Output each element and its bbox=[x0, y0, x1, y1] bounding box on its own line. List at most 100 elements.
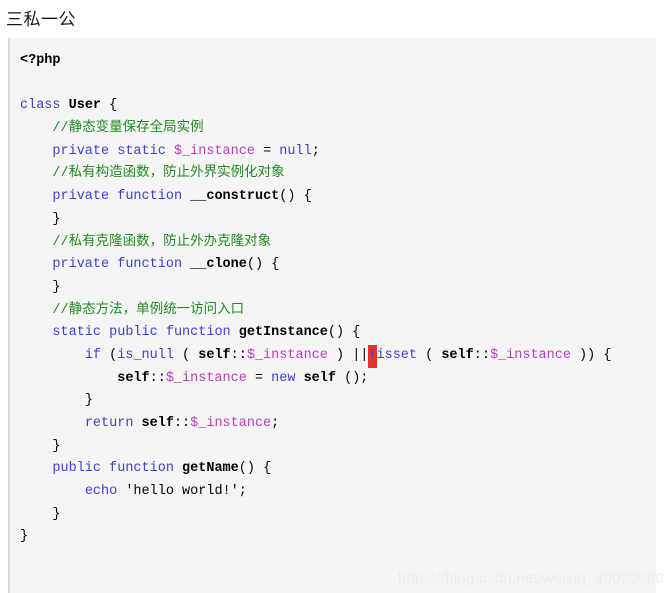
code-token-punct: () bbox=[279, 189, 296, 205]
code-token-cursorchar: ! bbox=[368, 344, 377, 368]
code-token-punct: } bbox=[52, 506, 61, 522]
code-token-punct: { bbox=[109, 98, 118, 114]
code-token-kw: static bbox=[117, 143, 166, 159]
code-token-plain: = bbox=[246, 370, 272, 386]
code-line: //静态方法，单例统一访问入口 bbox=[20, 300, 656, 323]
code-token-ident: self bbox=[198, 347, 231, 363]
code-token-punct: } bbox=[20, 529, 29, 545]
code-token-ident: self bbox=[117, 370, 150, 386]
code-token-punct: } bbox=[52, 279, 61, 295]
code-block: <?php class User { //静态变量保存全局实例 private s… bbox=[8, 38, 656, 593]
code-token-var: $_instance bbox=[489, 347, 571, 363]
code-token-str: 'hello world!' bbox=[125, 484, 239, 500]
code-token-kw: if bbox=[84, 347, 102, 363]
code-line: } bbox=[20, 436, 656, 459]
code-line: echo 'hello world!'; bbox=[20, 481, 656, 504]
code-token-punct: { bbox=[271, 257, 280, 273]
code-token-punct: || bbox=[352, 347, 369, 363]
code-token-punct: ; bbox=[238, 484, 247, 500]
code-line: //私有构造函数，防止外界实例化对象 bbox=[20, 163, 656, 186]
code-token-ident: __clone bbox=[190, 257, 247, 273]
code-token-kw: return bbox=[84, 416, 134, 431]
code-line: class User { bbox=[20, 95, 656, 118]
code-token-ident: __construct bbox=[190, 189, 280, 205]
code-token-kw: function bbox=[109, 461, 174, 477]
code-token-ident: self bbox=[441, 347, 474, 363]
code-token-punct: } bbox=[52, 211, 61, 227]
code-token-punct: () bbox=[238, 461, 255, 477]
code-token-punct: :: bbox=[230, 347, 247, 363]
code-content: <?php class User { //静态变量保存全局实例 private s… bbox=[10, 38, 656, 593]
code-line: return self::$_instance; bbox=[20, 413, 656, 436]
code-token-var: $_instance bbox=[190, 416, 272, 431]
code-token-cmt: //私有克隆函数，防止外办克隆对象 bbox=[52, 234, 272, 250]
code-line: } bbox=[20, 390, 656, 413]
page-title: 三私一公 bbox=[6, 10, 76, 29]
code-token-punct: :: bbox=[473, 347, 490, 363]
code-token-punct: ; bbox=[271, 416, 280, 431]
code-token-ident: getInstance bbox=[238, 325, 328, 341]
code-token-kw: private bbox=[52, 257, 110, 273]
code-line: static public function getInstance() { bbox=[20, 322, 656, 345]
code-token-fn: isset bbox=[376, 347, 418, 363]
code-token-tag: <?php bbox=[20, 53, 61, 68]
code-line: //静态变量保存全局实例 bbox=[20, 118, 656, 141]
code-line: } bbox=[20, 526, 656, 549]
code-token-var: $_instance bbox=[246, 347, 328, 363]
code-token-kw: null bbox=[279, 143, 312, 159]
code-token-plain: ( bbox=[101, 347, 118, 363]
code-token-punct: ; bbox=[311, 143, 320, 159]
code-line: if (is_null ( self::$_instance ) ||!isse… bbox=[20, 344, 656, 368]
code-line: private function __clone() { bbox=[20, 254, 656, 277]
code-token-cmt: //私有构造函数，防止外界实例化对象 bbox=[52, 166, 285, 182]
code-token-fn: is_null bbox=[117, 347, 174, 363]
code-token-kw: function bbox=[117, 189, 183, 205]
code-token-kw: private bbox=[52, 189, 110, 205]
code-token-punct: () bbox=[246, 257, 264, 273]
code-line: private static $_instance = null; bbox=[20, 141, 656, 164]
code-token-kw: function bbox=[165, 325, 231, 341]
code-token-ident: self bbox=[141, 416, 174, 431]
code-token-kw: public bbox=[109, 325, 158, 341]
code-token-kw: private bbox=[52, 143, 110, 159]
code-line: private function __construct() { bbox=[20, 186, 656, 209]
code-token-kw: class bbox=[20, 98, 61, 114]
watermark: https://blog.csdn.net/weixin_40022980 bbox=[397, 570, 664, 587]
code-token-punct: () bbox=[327, 325, 345, 341]
code-token-kw: static bbox=[52, 325, 102, 341]
code-line: <?php bbox=[20, 50, 656, 73]
code-token-punct: { bbox=[352, 325, 361, 341]
code-line: self::$_instance = new self (); bbox=[20, 368, 656, 391]
code-line: //私有克隆函数，防止外办克隆对象 bbox=[20, 232, 656, 255]
code-token-kw: echo bbox=[84, 484, 118, 500]
code-line: } bbox=[20, 277, 656, 300]
code-token-var: $_instance bbox=[173, 143, 255, 159]
code-token-cmt: //静态变量保存全局实例 bbox=[52, 121, 204, 137]
code-token-cmt: //静态方法，单例统一访问入口 bbox=[52, 302, 245, 318]
code-token-punct: :: bbox=[149, 370, 166, 386]
code-token-var: $_instance bbox=[165, 370, 247, 386]
code-token-plain: )) bbox=[570, 347, 604, 363]
code-token-punct: :: bbox=[173, 416, 191, 431]
code-line: } bbox=[20, 209, 656, 232]
code-token-punct: { bbox=[263, 461, 272, 477]
code-token-punct: } bbox=[52, 438, 61, 454]
code-line: public function getName() { bbox=[20, 458, 656, 481]
code-token-kw: function bbox=[117, 257, 183, 273]
